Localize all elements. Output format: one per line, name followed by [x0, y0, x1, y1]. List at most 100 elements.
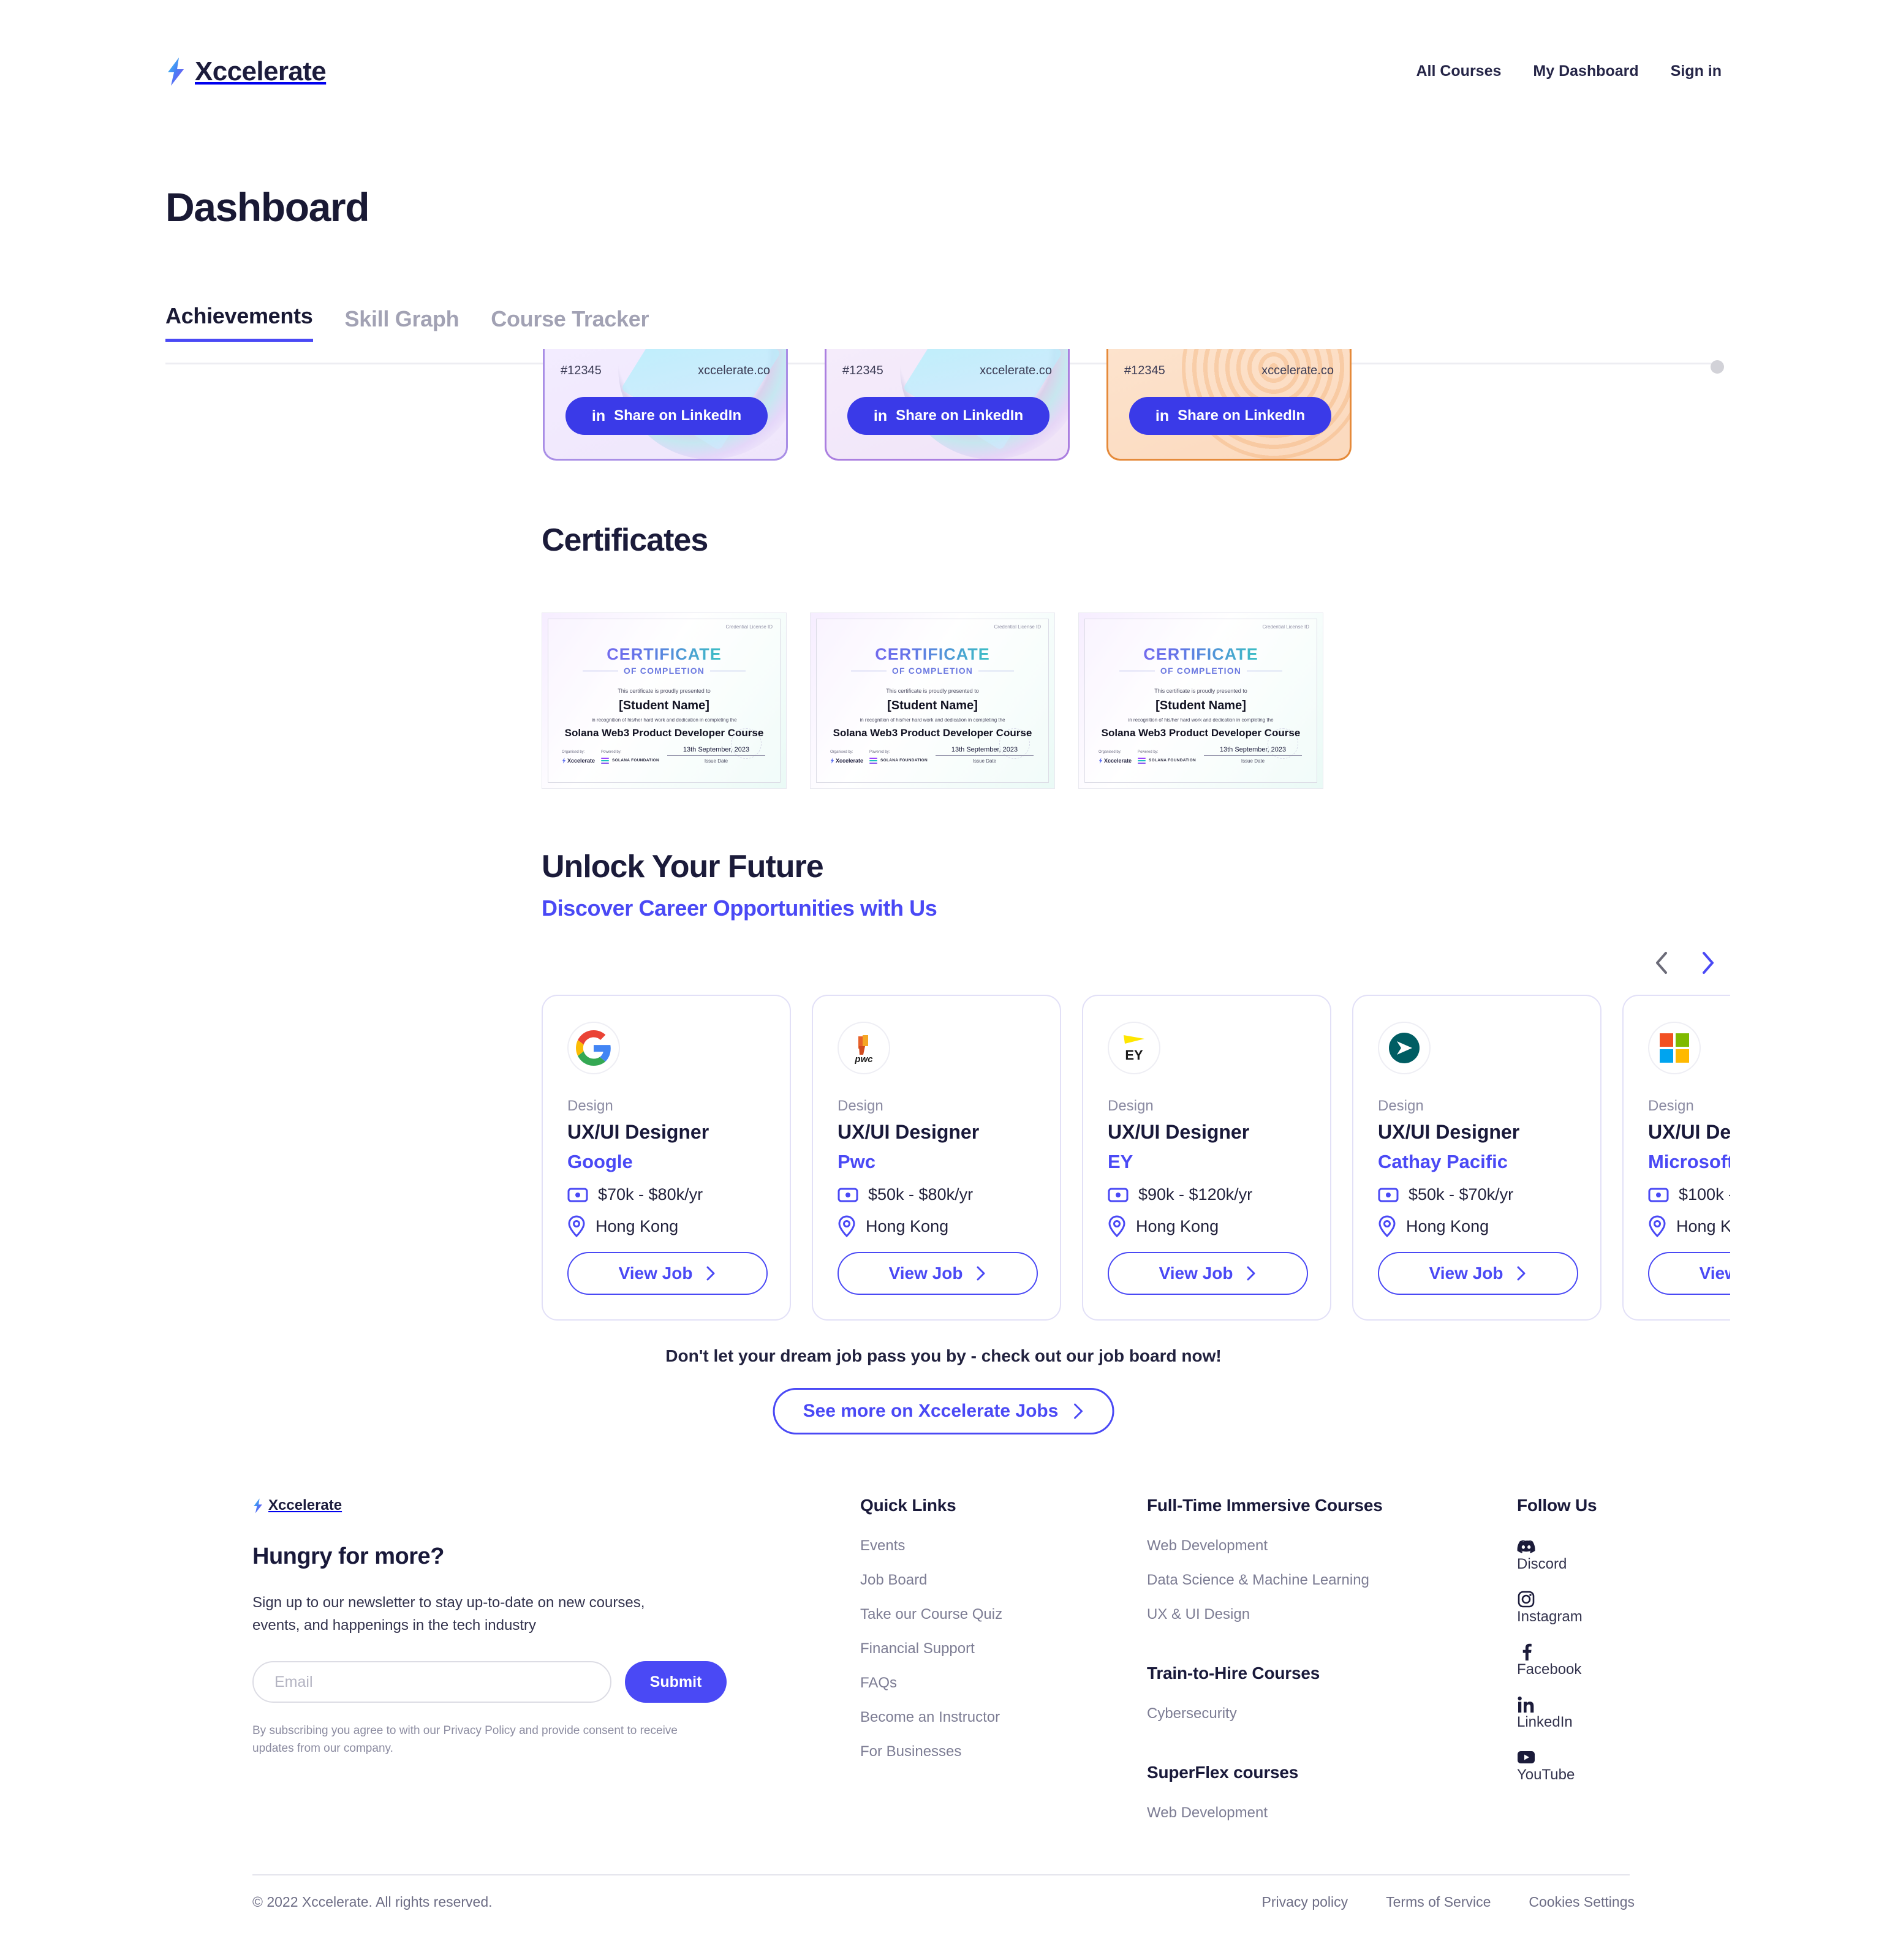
- footer-link-become-instructor[interactable]: Become an Instructor: [860, 1709, 1002, 1726]
- share-on-linkedin-button[interactable]: in Share on LinkedIn: [847, 397, 1049, 435]
- certificate-subheading: OF COMPLETION: [1160, 666, 1242, 676]
- view-job-label: View Job: [618, 1264, 693, 1283]
- carousel-next-button[interactable]: [1695, 949, 1722, 976]
- organised-by-value: Xccelerate: [830, 758, 863, 764]
- email-input[interactable]: [252, 1661, 611, 1703]
- footer-column-follow-us: Follow Us Discord Instagram Facebook Lin…: [1517, 1496, 1597, 1801]
- nav-all-courses[interactable]: All Courses: [1416, 62, 1501, 80]
- social-label: YouTube: [1517, 1766, 1575, 1783]
- footer-legal-links: Privacy policy Terms of Service Cookies …: [1262, 1894, 1635, 1910]
- legal-link-privacy-policy[interactable]: Privacy policy: [1262, 1894, 1348, 1910]
- footer-link-cybersecurity[interactable]: Cybersecurity: [1147, 1705, 1383, 1722]
- social-link-instagram[interactable]: Instagram: [1517, 1590, 1597, 1626]
- footer-link-job-board[interactable]: Job Board: [860, 1572, 1002, 1589]
- footer-link-for-businesses[interactable]: For Businesses: [860, 1743, 1002, 1760]
- see-more-jobs-label: See more on Xccelerate Jobs: [803, 1401, 1059, 1421]
- view-job-button[interactable]: View Job: [1648, 1252, 1730, 1295]
- social-link-youtube[interactable]: YouTube: [1517, 1748, 1597, 1784]
- location-pin-icon: [838, 1215, 855, 1237]
- issue-date-label: Issue Date: [972, 758, 997, 764]
- main-nav: All Courses My Dashboard Sign in: [1416, 62, 1722, 80]
- money-icon: [1648, 1188, 1669, 1202]
- job-location: Hong Kong: [1676, 1216, 1730, 1235]
- view-job-button[interactable]: View Job: [567, 1252, 768, 1295]
- badge-card[interactable]: #12345 xccelerate.co in Share on LinkedI…: [825, 349, 1070, 461]
- job-salary-row: $70k - $80k/yr: [567, 1185, 765, 1204]
- tab-course-tracker[interactable]: Course Tracker: [491, 306, 649, 342]
- badge-card[interactable]: #12345 xccelerate.co in Share on LinkedI…: [543, 349, 788, 461]
- pwc-logo-icon: pwc: [838, 1022, 890, 1074]
- share-on-linkedin-button[interactable]: in Share on LinkedIn: [1129, 397, 1331, 435]
- share-label: Share on LinkedIn: [1178, 407, 1306, 424]
- social-link-discord[interactable]: Discord: [1517, 1537, 1597, 1573]
- certificate-student-name: [Student Name]: [1155, 699, 1246, 712]
- tab-achievements[interactable]: Achievements: [165, 303, 313, 342]
- certificate-student-name: [Student Name]: [619, 699, 709, 712]
- social-link-linkedin[interactable]: LinkedIn: [1517, 1695, 1597, 1731]
- footer-link-superflex-web-development[interactable]: Web Development: [1147, 1804, 1383, 1822]
- footer-link-faqs[interactable]: FAQs: [860, 1675, 1002, 1692]
- svg-text:pwc: pwc: [854, 1054, 873, 1065]
- nav-sign-in[interactable]: Sign in: [1671, 62, 1722, 80]
- view-job-button[interactable]: View Job: [1378, 1252, 1578, 1295]
- footer-link-course-quiz[interactable]: Take our Course Quiz: [860, 1606, 1002, 1623]
- certificate-subheading: OF COMPLETION: [623, 666, 705, 676]
- instagram-icon: [1517, 1590, 1535, 1608]
- social-label: Facebook: [1517, 1661, 1582, 1678]
- badge-id: #12345: [1124, 364, 1165, 377]
- badge-card[interactable]: #12345 xccelerate.co in Share on LinkedI…: [1106, 349, 1352, 461]
- certificate-body: Credential License ID CERTIFICATE OF COM…: [1084, 619, 1317, 783]
- job-card[interactable]: pwc Design UX/UI Designer Pwc $50k - $80…: [812, 995, 1061, 1321]
- certificate-student-name: [Student Name]: [887, 699, 978, 712]
- certificate-card[interactable]: Credential License ID CERTIFICATE OF COM…: [1078, 612, 1323, 789]
- job-card[interactable]: Design UX/UI Designer Cathay Pacific $50…: [1352, 995, 1601, 1321]
- badge-meta: #12345 xccelerate.co: [1124, 364, 1334, 378]
- linkedin-icon: in: [591, 407, 606, 424]
- credential-license-id: Credential License ID: [725, 624, 773, 630]
- carousel-prev-button[interactable]: [1648, 949, 1675, 976]
- brand-logo[interactable]: Xccelerate: [165, 56, 327, 87]
- job-salary-row: $100k - $130k/yr: [1648, 1185, 1730, 1204]
- view-job-button[interactable]: View Job: [1108, 1252, 1308, 1295]
- job-location: Hong Kong: [596, 1216, 679, 1235]
- view-job-button[interactable]: View Job: [838, 1252, 1038, 1295]
- footer-link-events[interactable]: Events: [860, 1537, 1002, 1555]
- powered-by-label: Powered by:: [601, 750, 622, 754]
- footer-brand-logo[interactable]: Xccelerate: [252, 1497, 342, 1514]
- job-card[interactable]: Design UX/UI Designer Google $70k - $80k…: [542, 995, 791, 1321]
- job-card[interactable]: Design UX/UI Designer Microsoft $100k - …: [1622, 995, 1730, 1321]
- social-label: Discord: [1517, 1556, 1567, 1572]
- money-icon: [838, 1188, 858, 1202]
- job-location: Hong Kong: [1406, 1216, 1489, 1235]
- job-card[interactable]: EY Design UX/UI Designer EY $90k - $120k…: [1082, 995, 1331, 1321]
- solana-logo-icon: [869, 757, 877, 764]
- powered-by-value: SOLANA FOUNDATION: [1138, 757, 1196, 764]
- job-salary-row: $90k - $120k/yr: [1108, 1185, 1306, 1204]
- footer-link-financial-support[interactable]: Financial Support: [860, 1640, 1002, 1657]
- legal-link-cookies-settings[interactable]: Cookies Settings: [1529, 1894, 1635, 1910]
- tab-skill-graph[interactable]: Skill Graph: [345, 306, 459, 342]
- unlock-your-future-title: Unlock Your Future: [542, 849, 824, 884]
- dashboard-tabs: Achievements Skill Graph Course Tracker: [165, 303, 649, 342]
- footer-link-data-science[interactable]: Data Science & Machine Learning: [1147, 1572, 1383, 1589]
- certificate-card[interactable]: Credential License ID CERTIFICATE OF COM…: [810, 612, 1055, 789]
- submit-button[interactable]: Submit: [625, 1661, 727, 1703]
- nav-my-dashboard[interactable]: My Dashboard: [1533, 62, 1638, 80]
- share-on-linkedin-button[interactable]: in Share on LinkedIn: [565, 397, 768, 435]
- footer-link-web-development[interactable]: Web Development: [1147, 1537, 1383, 1555]
- see-more-jobs-button[interactable]: See more on Xccelerate Jobs: [773, 1388, 1114, 1434]
- job-salary: $50k - $80k/yr: [868, 1185, 974, 1204]
- chevron-right-icon: [1247, 1266, 1255, 1281]
- job-location-row: Hong Kong: [567, 1215, 765, 1237]
- powered-by-value: SOLANA FOUNDATION: [869, 757, 928, 764]
- certificate-card[interactable]: Credential License ID CERTIFICATE OF COM…: [542, 612, 787, 789]
- job-category: Design: [1108, 1098, 1154, 1114]
- social-link-facebook[interactable]: Facebook: [1517, 1643, 1597, 1678]
- legal-link-terms-of-service[interactable]: Terms of Service: [1386, 1894, 1491, 1910]
- facebook-icon: [1517, 1643, 1535, 1661]
- badges-scroll-thumb[interactable]: [1711, 360, 1724, 374]
- train-to-hire-title: Train-to-Hire Courses: [1147, 1664, 1320, 1683]
- job-location-row: Hong Kong: [1378, 1215, 1576, 1237]
- footer-link-ux-ui-design[interactable]: UX & UI Design: [1147, 1606, 1383, 1623]
- chevron-right-icon: [1703, 952, 1714, 974]
